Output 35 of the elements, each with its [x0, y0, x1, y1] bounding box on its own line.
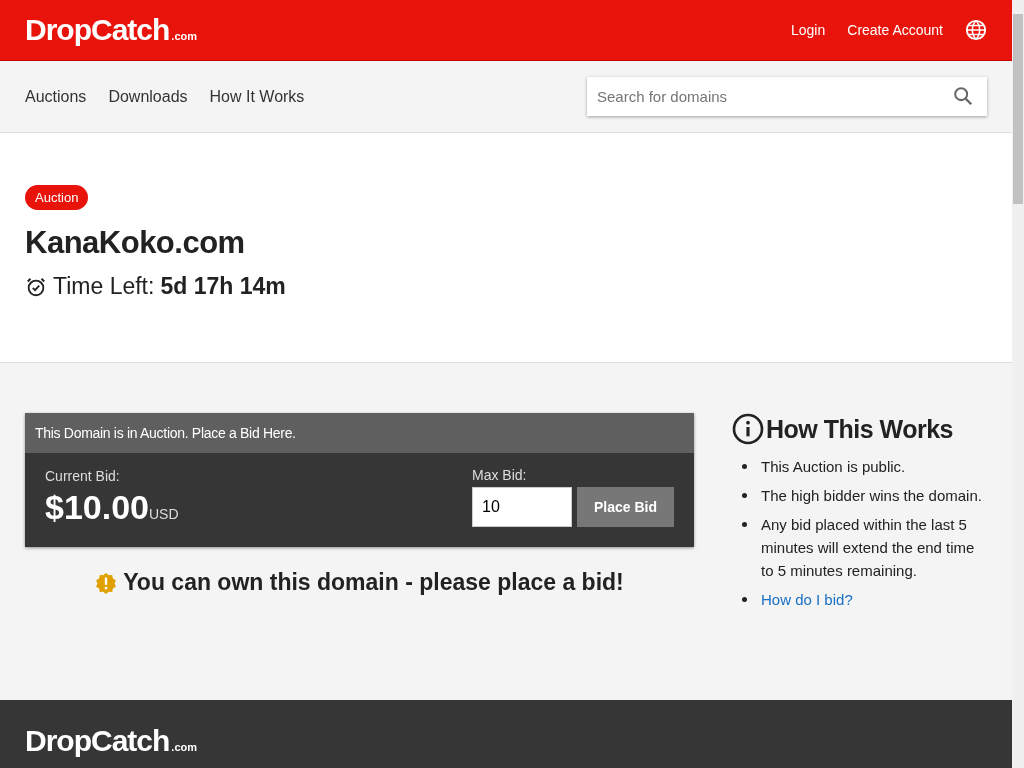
current-bid-label: Current Bid: [45, 468, 121, 484]
notice-text: You can own this domain - please place a bid! [123, 569, 624, 596]
nav-link[interactable]: Auctions [25, 87, 87, 106]
search-field[interactable]: Search for domains [587, 77, 987, 116]
bullet-icon [742, 464, 747, 469]
bullet-icon [742, 522, 747, 527]
globe-icon[interactable] [965, 19, 987, 41]
nav-link[interactable]: Downloads [108, 87, 188, 106]
section-title: How This Works [766, 414, 953, 444]
current-bid-amount: $10.00 [45, 488, 149, 527]
footer-logo[interactable]: DropCatch.com [25, 724, 987, 758]
currency-label: USD [149, 506, 179, 522]
nav-link[interactable]: How It Works [209, 87, 305, 106]
logo[interactable]: DropCatch.com [25, 13, 198, 47]
auction-badge: Auction [25, 185, 89, 210]
time-left-value: 5d 17h 14m [160, 273, 286, 300]
bullet-icon [742, 597, 747, 602]
help-link[interactable]: How do I bid? [761, 588, 987, 611]
alarm-clock-icon [25, 275, 47, 298]
search-icon[interactable] [952, 85, 974, 107]
max-bid-label: Max Bid: [472, 467, 528, 483]
bid-panel-header: This Domain is in Auction. Place a Bid Here. [25, 413, 694, 453]
scrollbar[interactable] [1012, 0, 1024, 768]
list-text: Any bid placed within the last 5 minutes will extend the end time to 5 minutes remaining. [761, 515, 976, 581]
header-link[interactable]: Create Account [847, 22, 943, 38]
info-icon [732, 413, 764, 445]
bullet-icon [742, 493, 747, 498]
list-text: The high bidder wins the domain. [761, 486, 983, 506]
header-link[interactable]: Login [791, 22, 826, 38]
place-bid-button[interactable]: Place Bid [577, 487, 674, 527]
warning-badge-icon [95, 571, 118, 594]
time-left-label: Time Left: [53, 273, 155, 300]
list-text: This Auction is public. [761, 457, 907, 477]
domain-name: KanaKoko.com [25, 225, 245, 261]
max-bid-input[interactable]: 10 [472, 487, 572, 527]
